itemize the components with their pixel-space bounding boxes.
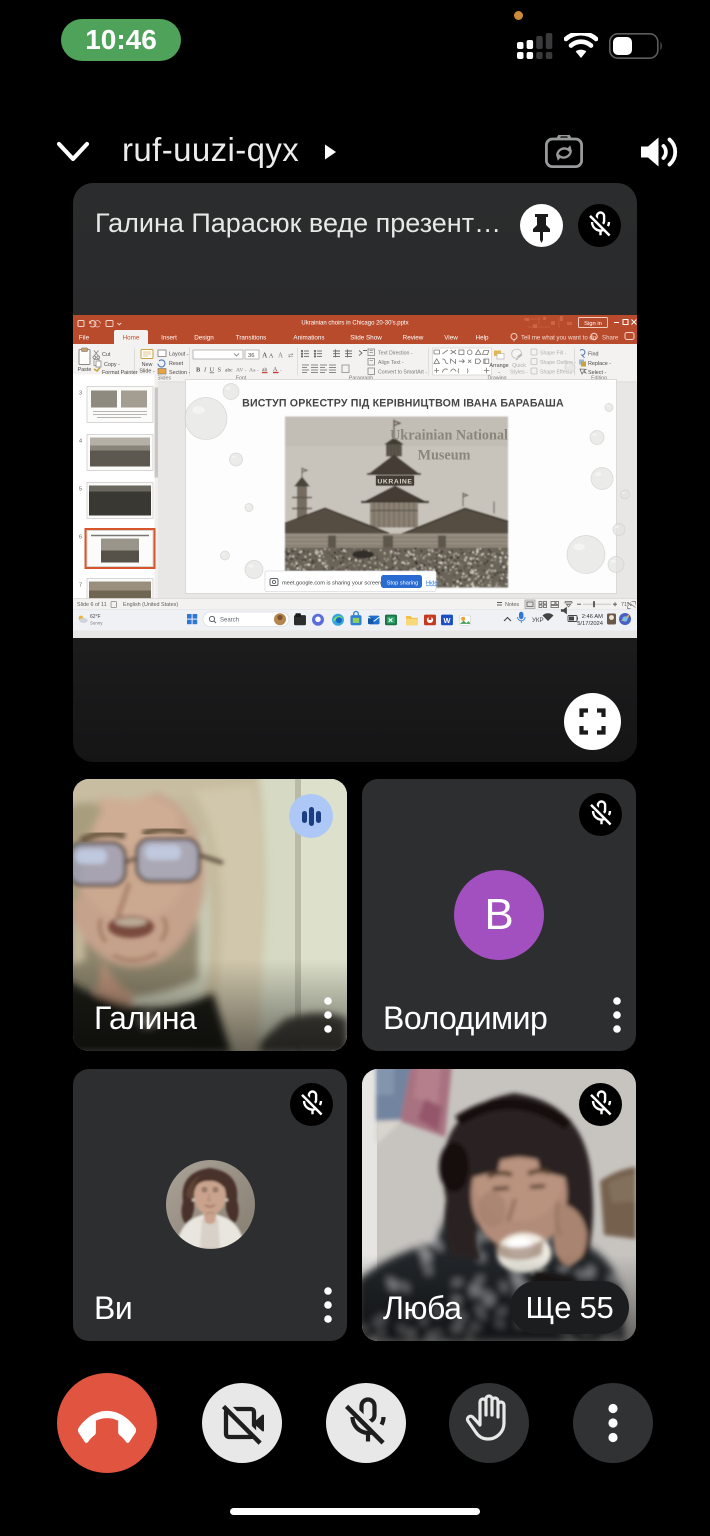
svg-text:Cut: Cut bbox=[102, 352, 111, 358]
svg-text:ВИСТУП ОРКЕСТРУ ПІД КЕРІВНИЦТВ: ВИСТУП ОРКЕСТРУ ПІД КЕРІВНИЦТВОМ ІВАНА Б… bbox=[242, 398, 564, 410]
svg-text:Home: Home bbox=[123, 335, 140, 342]
svg-text:Find: Find bbox=[588, 352, 599, 358]
svg-text:Styles -: Styles - bbox=[510, 370, 528, 376]
svg-text:Review: Review bbox=[403, 335, 424, 342]
svg-text:4: 4 bbox=[79, 439, 82, 445]
svg-text:3: 3 bbox=[79, 391, 82, 397]
svg-text:Arrange: Arrange bbox=[489, 363, 508, 369]
svg-text:Layout -: Layout - bbox=[169, 352, 189, 358]
svg-text:A: A bbox=[269, 354, 274, 360]
svg-text:Design: Design bbox=[194, 335, 214, 342]
svg-text:ab: ab bbox=[262, 367, 267, 373]
svg-text:Slide -: Slide - bbox=[139, 369, 154, 375]
svg-text:Select -: Select - bbox=[588, 370, 606, 376]
svg-text:2:46 AM: 2:46 AM bbox=[582, 614, 603, 620]
svg-text:Ukrainian National: Ukrainian National bbox=[390, 428, 508, 444]
svg-text:Convert to SmartArt -: Convert to SmartArt - bbox=[378, 370, 427, 376]
svg-text:Align Text -: Align Text - bbox=[378, 360, 404, 366]
svg-text:Shape Fill -: Shape Fill - bbox=[540, 350, 567, 356]
svg-text:S: S bbox=[218, 367, 222, 374]
svg-text:Sign in: Sign in bbox=[584, 321, 602, 327]
svg-text:5: 5 bbox=[79, 487, 82, 493]
svg-text:Stop sharing: Stop sharing bbox=[387, 581, 418, 587]
svg-text:6: 6 bbox=[79, 535, 82, 541]
svg-text:36: 36 bbox=[248, 353, 254, 359]
svg-text:Copy -: Copy - bbox=[104, 362, 120, 368]
svg-text:U: U bbox=[210, 367, 215, 374]
svg-text:⇄: ⇄ bbox=[288, 353, 294, 360]
svg-text:AV -: AV - bbox=[236, 368, 247, 374]
svg-text:Help: Help bbox=[476, 335, 489, 342]
svg-text:meet.google.com is sharing you: meet.google.com is sharing your screen. bbox=[282, 581, 383, 587]
svg-text:Sunny: Sunny bbox=[90, 621, 103, 626]
svg-text:Slide Show: Slide Show bbox=[350, 335, 382, 342]
svg-text:Museum: Museum bbox=[418, 448, 471, 464]
svg-text:Replace -: Replace - bbox=[588, 361, 611, 367]
svg-text:Section -: Section - bbox=[169, 370, 190, 376]
svg-text:Ukrainian choirs in Chicago 20: Ukrainian choirs in Chicago 20-30's.pptx bbox=[301, 321, 408, 327]
svg-text:УКР: УКР bbox=[532, 617, 544, 624]
svg-text:Transitions: Transitions bbox=[236, 335, 267, 342]
svg-text:-: - bbox=[498, 370, 500, 376]
svg-text:Search: Search bbox=[220, 618, 239, 624]
svg-text:Tell me what you want to do: Tell me what you want to do bbox=[521, 335, 597, 342]
svg-text:62°F: 62°F bbox=[90, 614, 101, 620]
svg-text:Insert: Insert bbox=[161, 335, 177, 342]
svg-text:Slides: Slides bbox=[157, 375, 172, 381]
svg-text:7: 7 bbox=[79, 583, 82, 589]
svg-text:A: A bbox=[262, 351, 268, 360]
svg-text:Share: Share bbox=[602, 335, 619, 342]
svg-text:abc: abc bbox=[225, 368, 233, 374]
svg-text:Reset: Reset bbox=[169, 361, 184, 367]
svg-text:Text Direction -: Text Direction - bbox=[378, 351, 413, 357]
svg-text:Quick: Quick bbox=[512, 363, 526, 369]
svg-text:Aa -: Aa - bbox=[249, 368, 259, 374]
svg-text:File: File bbox=[79, 335, 90, 342]
svg-text:Notes: Notes bbox=[505, 602, 519, 608]
svg-text:Hide: Hide bbox=[426, 581, 438, 587]
svg-text:UKRAINE: UKRAINE bbox=[377, 479, 412, 486]
svg-text:Slide 6 of 11: Slide 6 of 11 bbox=[77, 602, 107, 608]
svg-text:Animations: Animations bbox=[293, 335, 324, 342]
svg-text:A: A bbox=[278, 352, 283, 360]
svg-text:New: New bbox=[142, 362, 153, 368]
svg-text:W: W bbox=[444, 616, 451, 625]
svg-text:View: View bbox=[444, 335, 458, 342]
svg-text:English (United States): English (United States) bbox=[123, 602, 178, 608]
svg-text:5/17/2024: 5/17/2024 bbox=[577, 621, 604, 627]
svg-text:B: B bbox=[196, 367, 201, 374]
svg-text:Paste: Paste bbox=[78, 367, 92, 373]
svg-text:A: A bbox=[273, 367, 278, 373]
